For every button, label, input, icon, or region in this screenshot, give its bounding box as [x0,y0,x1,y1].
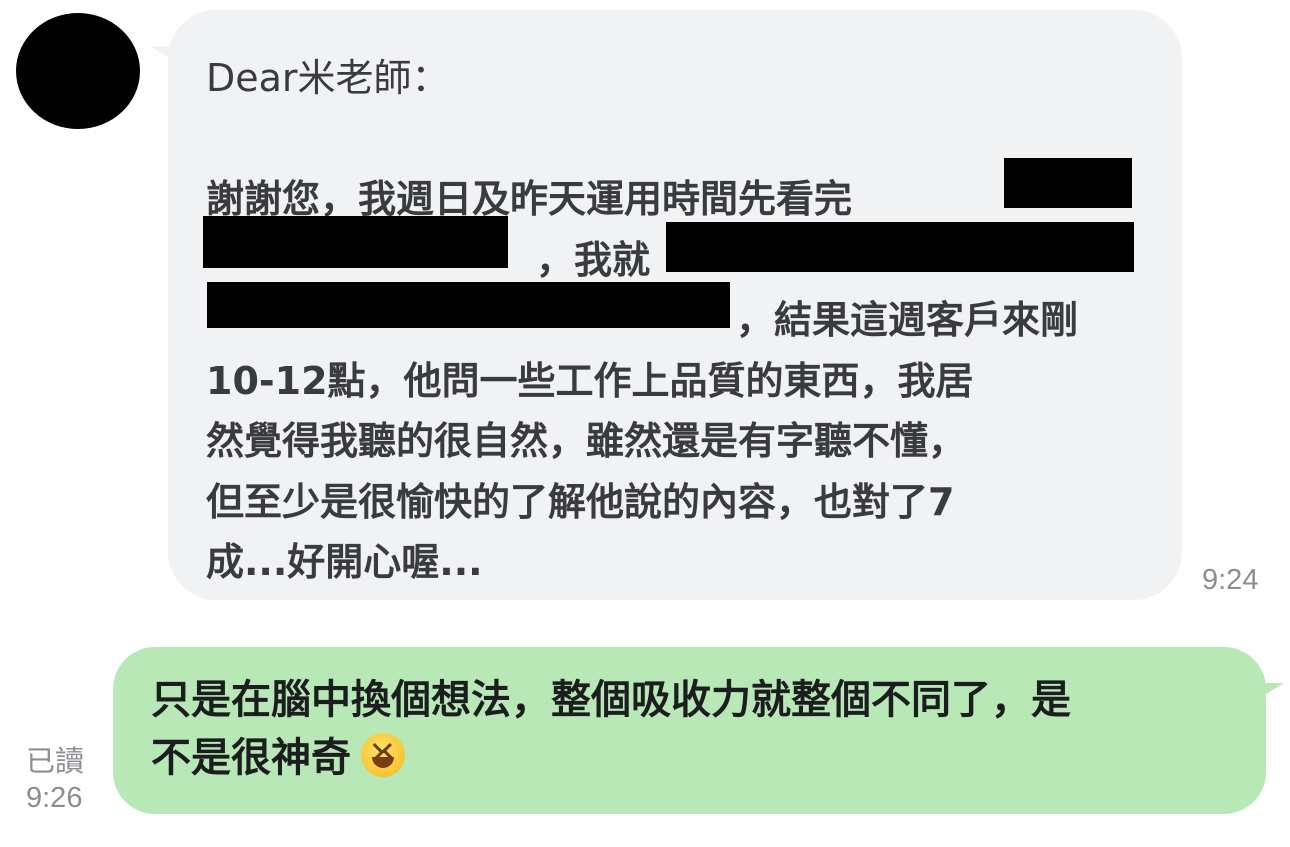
read-receipt-label: 已讀 [26,744,85,778]
sender-avatar[interactable] [16,13,140,129]
outgoing-timestamp: 9:26 [26,782,83,814]
grinning-squinting-face-emoji-icon [361,733,405,777]
message-line-7: 成...好開心喔... [206,540,483,584]
message-line-6: 但至少是很愉快的了解他說的內容，也對了7 [206,479,955,524]
redaction-block [207,282,730,328]
outgoing-message-line-2: 不是很神奇 [151,735,351,781]
outgoing-message-line-1: 只是在腦中換個想法，整個吸收力就整個不同了，是 [151,677,1071,723]
message-line-4: 10-12點，他問一些工作上品質的東西，我居 [206,358,974,403]
redaction-block [666,222,1134,272]
message-line-5: 然覺得我聽的很自然，雖然還是有字聽不懂， [206,419,967,463]
redaction-block [1004,158,1132,208]
outgoing-message-line-2-wrapper: 不是很神奇 [151,729,1236,787]
outgoing-message-bubble[interactable]: 只是在腦中換個想法，整個吸收力就整個不同了，是 不是很神奇 [113,647,1266,814]
incoming-timestamp: 9:24 [1202,564,1259,596]
redaction-block [203,216,508,268]
message-greeting: Dear米老師： [206,56,450,100]
